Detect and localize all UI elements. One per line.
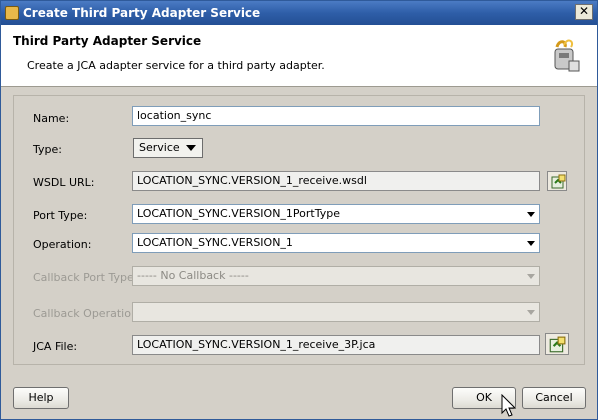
window-title: Create Third Party Adapter Service (23, 6, 261, 20)
adapter-wizard-icon (554, 39, 580, 72)
operation-label: Operation: (33, 238, 92, 251)
wizard-header: Third Party Adapter Service Create a JCA… (1, 25, 597, 87)
browse-icon (551, 174, 566, 189)
port-type-select[interactable]: LOCATION_SYNC.VERSION_1PortType (132, 204, 540, 224)
callback-port-type-select[interactable]: ----- No Callback ----- (132, 266, 540, 286)
jca-file-label: JCA File: (33, 340, 78, 353)
callback-operation-select[interactable] (132, 302, 540, 322)
wsdl-url-label: WSDL URL: (33, 176, 95, 189)
callback-operation-label: Callback Operation: (33, 307, 142, 320)
wsdl-browse-button[interactable] (547, 171, 567, 191)
name-label: Name: (33, 112, 70, 125)
chevron-down-icon (527, 310, 535, 315)
jca-file-field[interactable]: LOCATION_SYNC.VERSION_1_receive_3P.jca (132, 335, 540, 355)
chevron-down-icon (186, 145, 196, 151)
header-description: Create a JCA adapter service for a third… (27, 59, 325, 72)
chevron-down-icon (527, 241, 535, 246)
chevron-down-icon (527, 212, 535, 217)
close-button[interactable]: ✕ (575, 4, 593, 20)
type-label: Type: (33, 143, 62, 156)
form-panel (13, 95, 585, 365)
header-title: Third Party Adapter Service (13, 34, 202, 48)
help-button[interactable]: Help (13, 387, 69, 409)
operation-value: LOCATION_SYNC.VERSION_1 (137, 236, 293, 249)
title-bar[interactable]: Create Third Party Adapter Service ✕ (1, 1, 597, 25)
browse-icon (549, 336, 566, 353)
callback-port-type-label: Callback Port Type: (33, 271, 138, 284)
operation-select[interactable]: LOCATION_SYNC.VERSION_1 (132, 233, 540, 253)
type-value: Service (139, 141, 180, 154)
port-type-value: LOCATION_SYNC.VERSION_1PortType (137, 207, 341, 220)
app-icon (5, 6, 19, 20)
jca-browse-button[interactable] (545, 333, 569, 355)
cancel-button[interactable]: Cancel (522, 387, 586, 409)
port-type-label: Port Type: (33, 209, 88, 222)
chevron-down-icon (527, 274, 535, 279)
wsdl-url-field[interactable]: LOCATION_SYNC.VERSION_1_receive.wsdl (132, 171, 540, 191)
callback-port-type-value: ----- No Callback ----- (137, 269, 249, 282)
name-input[interactable]: location_sync (132, 106, 540, 126)
type-select[interactable]: Service (133, 138, 203, 158)
create-adapter-dialog: Create Third Party Adapter Service ✕ Thi… (0, 0, 598, 420)
mouse-cursor-icon (501, 394, 517, 417)
